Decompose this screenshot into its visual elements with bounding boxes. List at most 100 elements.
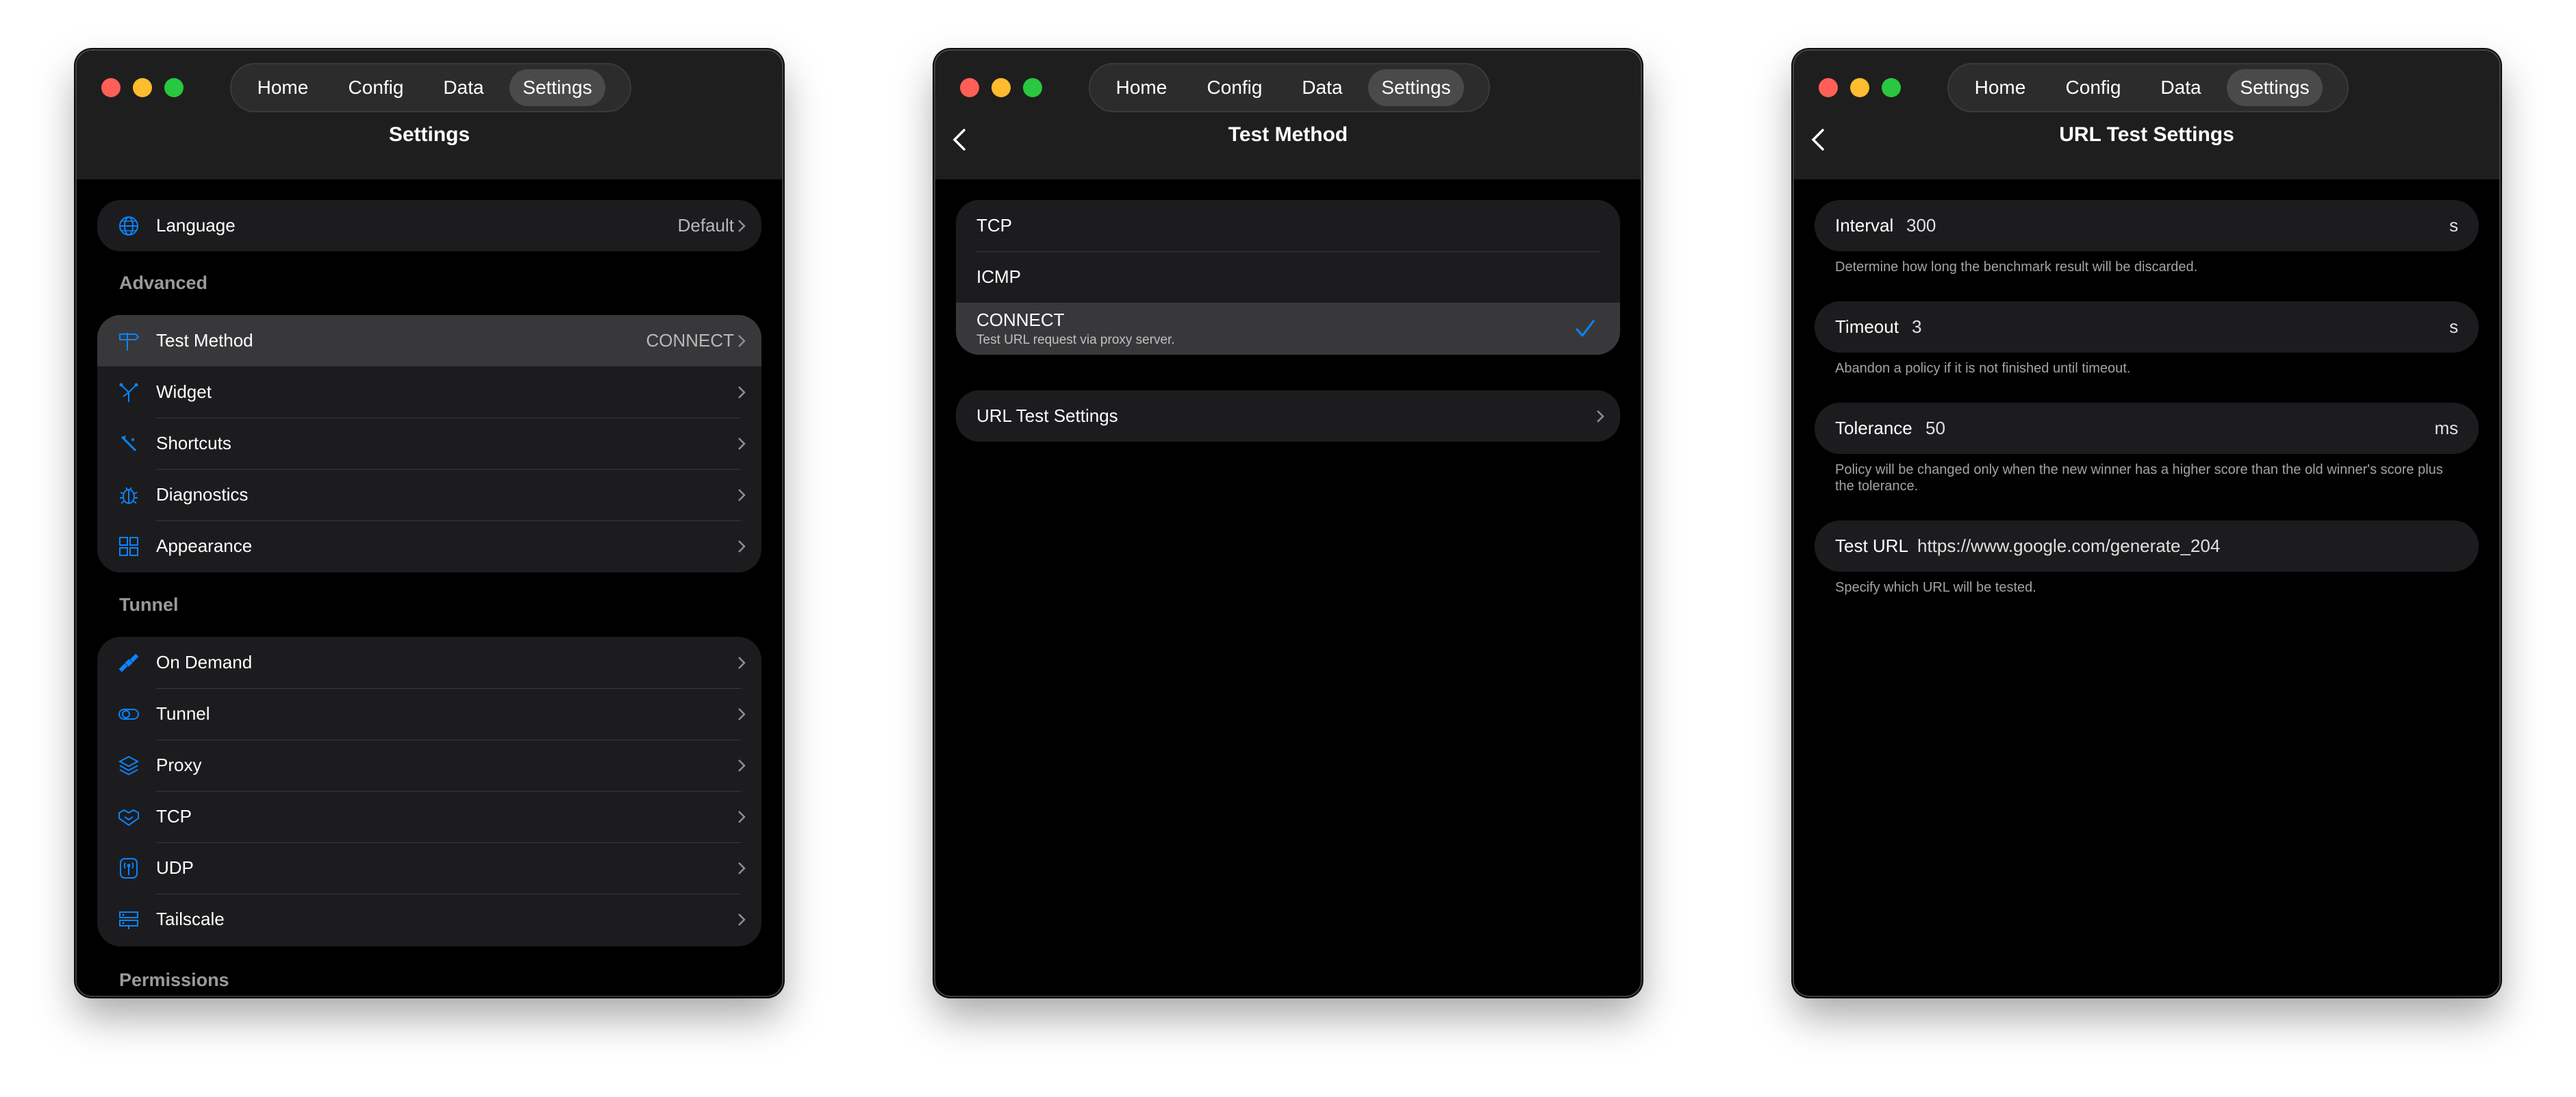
timeout-hint: Abandon a policy if it is not finished u…: [1835, 361, 2131, 376]
layers-icon: [118, 755, 140, 777]
nav-segmented-control: Home Config Data Settings: [1947, 63, 2349, 112]
interval-label: Interval: [1835, 215, 1894, 236]
chevron-right-icon: [737, 656, 746, 670]
method-label: CONNECT: [976, 310, 1065, 330]
signpost-icon: [118, 330, 140, 352]
tolerance-field[interactable]: Tolerance 50 ms: [1815, 403, 2479, 454]
chevron-right-icon: [737, 488, 746, 502]
url-test-settings-label: URL Test Settings: [976, 405, 1118, 426]
method-option-tcp[interactable]: TCP: [956, 200, 1620, 251]
tab-settings[interactable]: Settings: [2227, 69, 2323, 106]
chevron-right-icon: [737, 759, 746, 772]
tab-home[interactable]: Home: [240, 69, 326, 106]
tab-config[interactable]: Config: [1190, 69, 1279, 106]
tunnel-row[interactable]: Tunnel: [97, 688, 761, 740]
chevron-right-icon: [737, 386, 746, 399]
language-row[interactable]: Language Default: [97, 200, 761, 251]
minimize-window-button[interactable]: [992, 78, 1011, 97]
tolerance-hint: Policy will be changed only when the new…: [1835, 462, 2443, 494]
traffic-lights: [1819, 78, 1901, 97]
chevron-right-icon: [737, 861, 746, 875]
chevron-right-icon: [737, 437, 746, 451]
tunnel-label: Tunnel: [156, 703, 210, 724]
close-window-button[interactable]: [1819, 78, 1838, 97]
diagnostics-label: Diagnostics: [156, 484, 249, 505]
close-window-button[interactable]: [960, 78, 979, 97]
chevron-right-icon: [737, 707, 746, 721]
interval-field[interactable]: Interval 300 s: [1815, 200, 2479, 251]
minimize-window-button[interactable]: [133, 78, 152, 97]
titlebar: Home Config Data Settings Test Method: [935, 51, 1641, 179]
tolerance-input[interactable]: 50: [1925, 403, 1945, 454]
zoom-window-button[interactable]: [1882, 78, 1901, 97]
timeout-input[interactable]: 3: [1912, 301, 1921, 353]
url-test-settings-window: Home Config Data Settings URL Test Setti…: [1794, 51, 2499, 996]
test-url-field[interactable]: Test URL https://www.google.com/generate…: [1815, 520, 2479, 572]
satellite-icon: [118, 652, 140, 674]
widget-icon: [118, 381, 140, 403]
method-label: TCP: [976, 215, 1012, 236]
pill-icon: [118, 703, 140, 725]
shortcuts-row[interactable]: Shortcuts: [97, 418, 761, 469]
udp-label: UDP: [156, 857, 194, 878]
zoom-window-button[interactable]: [164, 78, 184, 97]
timeout-field[interactable]: Timeout 3 s: [1815, 301, 2479, 353]
test-url-input[interactable]: https://www.google.com/generate_204: [1917, 520, 2220, 572]
url-test-form: Interval 300 s Determine how long the be…: [1815, 179, 2479, 996]
globe-icon: [118, 215, 140, 237]
tab-data[interactable]: Data: [426, 69, 501, 106]
on-demand-label: On Demand: [156, 652, 253, 672]
tab-settings[interactable]: Settings: [1368, 69, 1464, 106]
test-url-hint: Specify which URL will be tested.: [1835, 580, 2036, 595]
tab-home[interactable]: Home: [1098, 69, 1185, 106]
tab-home[interactable]: Home: [1957, 69, 2043, 106]
tab-data[interactable]: Data: [1285, 69, 1360, 106]
server-rack-icon: [118, 909, 140, 931]
tunnel-group: On Demand Tunnel Proxy TCP UDP Tailscale: [97, 637, 761, 946]
udp-row[interactable]: UDP: [97, 842, 761, 894]
method-label: ICMP: [976, 266, 1021, 287]
settings-window: Home Config Data Settings Settings Langu…: [77, 51, 782, 996]
appearance-label: Appearance: [156, 535, 253, 556]
url-test-settings-link[interactable]: URL Test Settings: [956, 390, 1620, 442]
tab-data[interactable]: Data: [2143, 69, 2219, 106]
zoom-window-button[interactable]: [1023, 78, 1042, 97]
minimize-window-button[interactable]: [1850, 78, 1869, 97]
tunnel-header: Tunnel: [119, 594, 179, 615]
on-demand-row[interactable]: On Demand: [97, 637, 761, 688]
test-method-window: Home Config Data Settings Test Method TC…: [935, 51, 1641, 996]
tab-settings[interactable]: Settings: [509, 69, 605, 106]
appearance-row[interactable]: Appearance: [97, 520, 761, 572]
tab-config[interactable]: Config: [331, 69, 420, 106]
tailscale-row[interactable]: Tailscale: [97, 894, 761, 945]
test-method-row[interactable]: Test Method CONNECT: [97, 315, 761, 366]
chevron-right-icon: [737, 913, 746, 926]
language-label: Language: [156, 215, 236, 236]
timeout-unit: s: [2449, 316, 2458, 337]
traffic-lights: [960, 78, 1042, 97]
shortcuts-label: Shortcuts: [156, 433, 231, 453]
method-option-connect[interactable]: CONNECT Test URL request via proxy serve…: [956, 303, 1620, 355]
interval-input[interactable]: 300: [1906, 200, 1936, 251]
close-window-button[interactable]: [101, 78, 121, 97]
diagnostics-row[interactable]: Diagnostics: [97, 469, 761, 520]
antenna-icon: [118, 857, 140, 879]
settings-list: Language Default Advanced Test Method CO…: [97, 179, 761, 996]
widget-label: Widget: [156, 381, 212, 402]
widget-row[interactable]: Widget: [97, 366, 761, 418]
language-value: Default: [677, 215, 734, 236]
chevron-right-icon: [1595, 409, 1605, 423]
chevron-right-icon: [737, 334, 746, 348]
proxy-row[interactable]: Proxy: [97, 740, 761, 791]
test-url-label: Test URL: [1835, 535, 1908, 556]
tcp-row[interactable]: TCP: [97, 791, 761, 842]
interval-unit: s: [2449, 215, 2458, 236]
url-test-group: URL Test Settings: [956, 390, 1620, 442]
page-title: Test Method: [1228, 123, 1348, 146]
tolerance-label: Tolerance: [1835, 418, 1912, 438]
advanced-group: Test Method CONNECT Widget Shortcuts Dia…: [97, 315, 761, 572]
method-option-icmp[interactable]: ICMP: [956, 251, 1620, 303]
method-group: TCP ICMP CONNECT Test URL request via pr…: [956, 200, 1620, 355]
tab-config[interactable]: Config: [2049, 69, 2138, 106]
test-method-label: Test Method: [156, 330, 253, 351]
